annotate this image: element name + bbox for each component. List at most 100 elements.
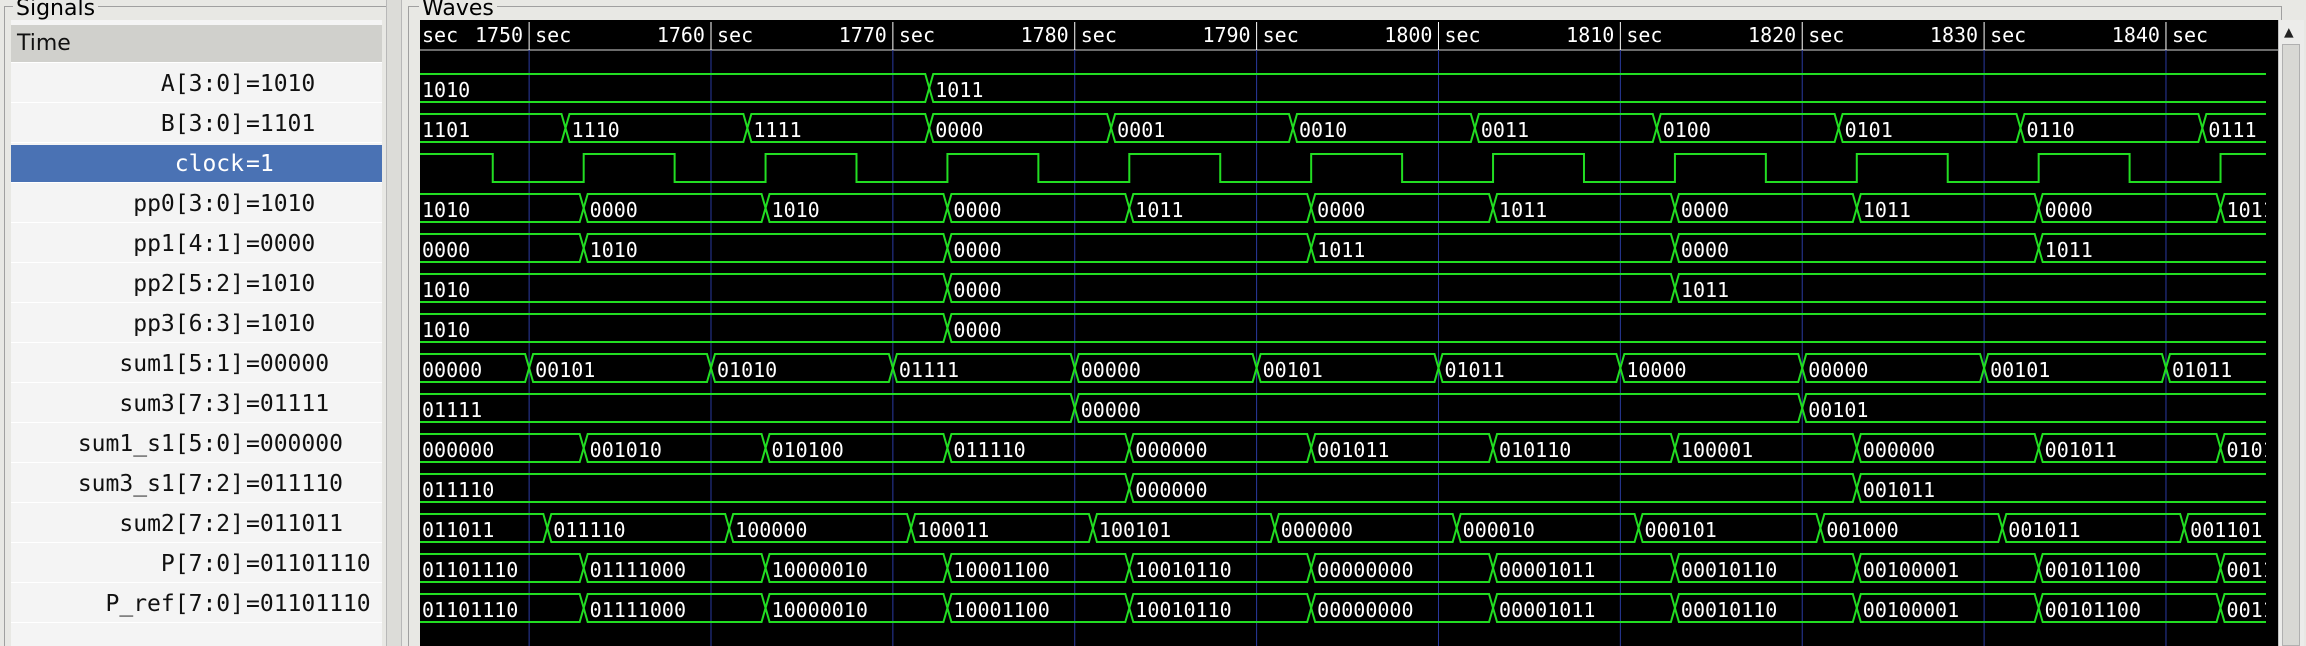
bus-value-label: 10010110	[1135, 598, 1231, 622]
bus-value-label: 1010	[590, 238, 638, 262]
pane-splitter[interactable]	[386, 0, 402, 646]
tick-unit-label: sec	[422, 23, 458, 47]
signal-row[interactable]: sum3_s1[7:2] =011110	[11, 465, 382, 503]
signal-value: =1	[246, 151, 274, 177]
bus-value-label: 00000	[422, 358, 482, 382]
bus-value-label: 0001	[1117, 118, 1165, 142]
bus-value-label: 0110	[2026, 118, 2074, 142]
tick-label: 1840	[2112, 23, 2160, 47]
signal-row[interactable]: B[3:0] =1101	[11, 105, 382, 143]
tick-unit-label: sec	[1444, 23, 1480, 47]
bus-value-label: 000000	[422, 438, 494, 462]
signal-value: =1010	[246, 71, 316, 97]
bus-value-label: 0000	[953, 238, 1001, 262]
bus-value-label: 00101	[1990, 358, 2050, 382]
signal-value: =1010	[246, 271, 316, 297]
bus-value-label: 011110	[422, 478, 494, 502]
tick-label: 1830	[1930, 23, 1978, 47]
tick-label: 1810	[1566, 23, 1614, 47]
bus-value-label: 1011	[1681, 278, 1729, 302]
bus-value-label: 000000	[1135, 478, 1207, 502]
bus-value-label: 1101	[422, 118, 470, 142]
bus-value-label: 0000	[953, 318, 1001, 342]
bus-value-label: 0101	[1845, 118, 1893, 142]
bus-value-label: 100000	[735, 518, 807, 542]
bus-value-label: 00101	[1263, 358, 1323, 382]
tick-unit-label: sec	[717, 23, 753, 47]
bus-value-label: 00000000	[1317, 598, 1413, 622]
bus-value-label: 1011	[1863, 198, 1911, 222]
bus-value-label: 0000	[2045, 198, 2093, 222]
tick-label: 1800	[1384, 23, 1432, 47]
signal-name: clock	[174, 151, 244, 177]
bus-value-label: 0000	[953, 278, 1001, 302]
bus-value-label: 100011	[917, 518, 989, 542]
signal-name: P_ref[7:0]	[105, 591, 244, 617]
time-header[interactable]: Time	[11, 25, 382, 63]
signal-name: A[3:0]	[160, 71, 244, 97]
tick-label: 1780	[1021, 23, 1069, 47]
scrollbar-thumb[interactable]	[2282, 44, 2300, 646]
signals-panel-title: Signals	[13, 0, 99, 20]
bus-value-label: 001011	[2008, 518, 2080, 542]
signal-row[interactable]: pp3[6:3] =1010	[11, 305, 382, 343]
bus-value-label: 00100001	[1863, 558, 1959, 582]
bus-value-label: 10001100	[953, 558, 1049, 582]
bus-value-label: 0000	[590, 198, 638, 222]
signal-row[interactable]: pp0[3:0] =1010	[11, 185, 382, 223]
bus-value-label: 1011	[1499, 198, 1547, 222]
bus-value-label: 01111	[422, 398, 482, 422]
bus-value-label: 0100	[1663, 118, 1711, 142]
signal-row[interactable]: pp2[5:2] =1010	[11, 265, 382, 303]
waves-panel-title: Waves	[419, 0, 497, 20]
signal-name: P[7:0]	[160, 551, 244, 577]
bus-value-label: 0010	[1299, 118, 1347, 142]
bus-value-label: 00000000	[1317, 558, 1413, 582]
signal-row[interactable]: sum1[5:1] =00000	[11, 345, 382, 383]
wave-right-margin	[2266, 51, 2278, 646]
signal-name: pp0[3:0]	[133, 191, 244, 217]
bus-value-label: 10000	[1626, 358, 1686, 382]
signal-value: =1010	[246, 191, 316, 217]
signal-name: sum3[7:3]	[119, 391, 244, 417]
bus-value-label: 1010	[772, 198, 820, 222]
bus-value-label: 00000	[1081, 358, 1141, 382]
bus-value-label: 00000	[1081, 398, 1141, 422]
signal-value: =01111	[246, 391, 330, 417]
scroll-up-icon[interactable]: ▲	[2284, 24, 2294, 40]
signal-name: pp1[4:1]	[133, 231, 244, 257]
signal-row[interactable]: P_ref[7:0] =01101110	[11, 585, 382, 623]
signal-row[interactable]: clock =1	[11, 145, 382, 183]
bus-value-label: 01011	[2172, 358, 2232, 382]
signal-value: =00000	[246, 351, 330, 377]
signal-value: =0000	[246, 231, 316, 257]
signal-row[interactable]: sum3[7:3] =01111	[11, 385, 382, 423]
tick-unit-label: sec	[1808, 23, 1844, 47]
bus-value-label: 1010	[422, 198, 470, 222]
vertical-scrollbar[interactable]: ▲	[2278, 20, 2304, 646]
signals-list[interactable]: Time A[3:0] =1010 B[3:0] =1101 clock =1 pp0[3:0…	[11, 20, 382, 646]
signal-value: =011011	[246, 511, 343, 537]
waveform-view[interactable]: 1750 sec 1760 sec 1770 sec 1780 sec 1790 sec 1800 s…	[420, 20, 2278, 646]
signal-name: sum1[5:1]	[119, 351, 244, 377]
signal-value: =1010	[246, 311, 316, 337]
signal-row[interactable]: P[7:0] =01101110	[11, 545, 382, 583]
bus-value-label: 1010	[422, 318, 470, 342]
tick-label: 1790	[1202, 23, 1250, 47]
bus-value-label: 0000	[953, 198, 1001, 222]
bus-value-label: 00101100	[2045, 558, 2141, 582]
signal-row[interactable]: pp1[4:1] =0000	[11, 225, 382, 263]
bus-value-label: 001011	[1863, 478, 1935, 502]
signal-row[interactable]: sum1_s1[5:0] =000000	[11, 425, 382, 463]
tick-unit-label: sec	[2172, 23, 2208, 47]
signal-row[interactable]: sum2[7:2] =011011	[11, 505, 382, 543]
signal-value: =1101	[246, 111, 316, 137]
bus-value-label: 00101	[1808, 398, 1868, 422]
bus-value-label: 00001011	[1499, 598, 1595, 622]
bus-value-label: 01101110	[422, 598, 518, 622]
signal-row[interactable]: A[3:0] =1010	[11, 65, 382, 103]
bus-value-label: 10001100	[953, 598, 1049, 622]
bus-value-label: 001011	[2045, 438, 2117, 462]
signal-name: pp3[6:3]	[133, 311, 244, 337]
bus-value-label: 01111000	[590, 558, 686, 582]
